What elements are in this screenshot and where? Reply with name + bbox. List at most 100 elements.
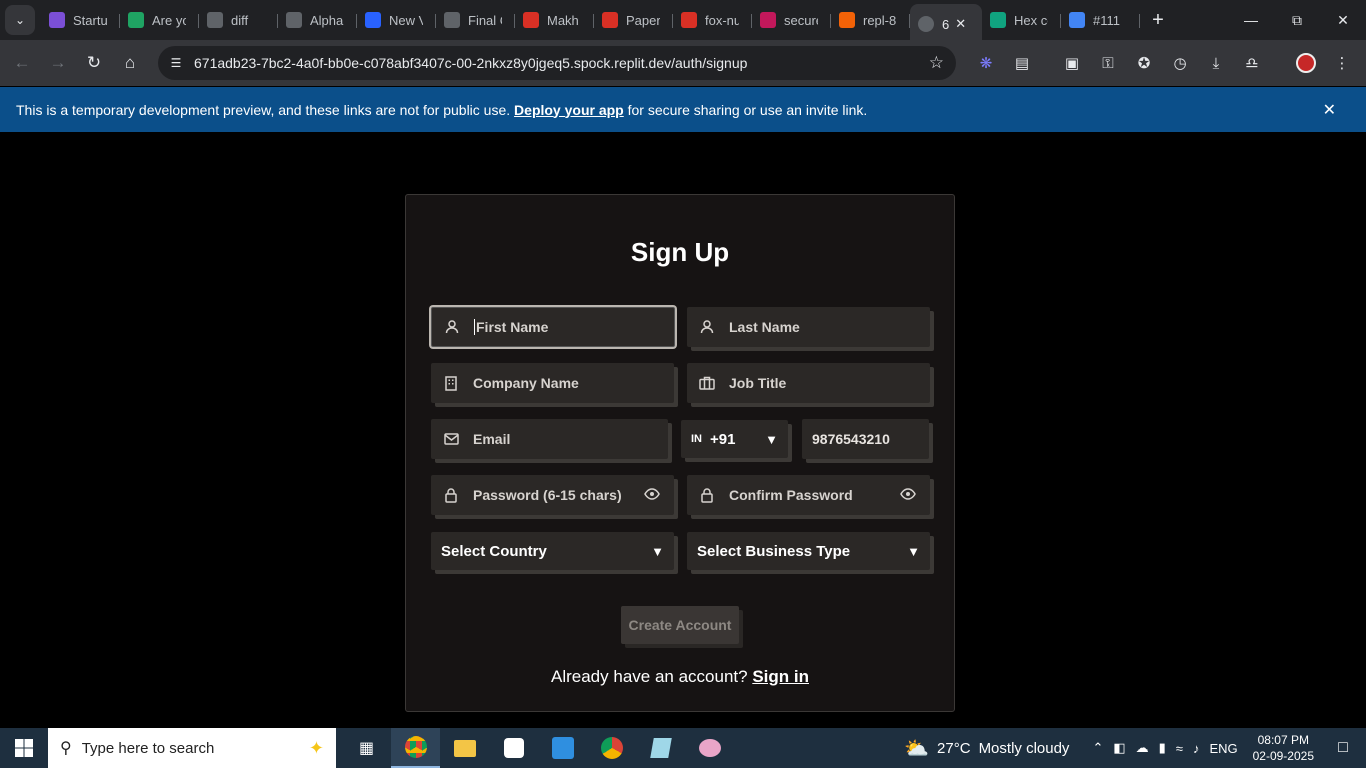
- notes-app-icon[interactable]: [636, 728, 685, 768]
- terminal-app-icon[interactable]: [489, 728, 538, 768]
- country-select-value: Select Country: [441, 542, 547, 560]
- clock[interactable]: 08:07 PM 02-09-2025: [1253, 732, 1314, 764]
- page-title: Sign Up: [630, 237, 730, 267]
- chevron-up-icon[interactable]: ⌃: [1092, 740, 1103, 756]
- start-button[interactable]: [0, 728, 48, 768]
- signin-prompt: Already have an account? Sign in: [406, 667, 954, 687]
- chrome-icon[interactable]: [391, 728, 440, 768]
- password-field[interactable]: Password (6-15 chars): [431, 475, 674, 515]
- globe-icon: [918, 16, 934, 32]
- deploy-link[interactable]: Deploy your app: [514, 102, 624, 118]
- browser-tab[interactable]: Startu: [41, 4, 120, 36]
- volume-icon[interactable]: ♪: [1193, 741, 1200, 756]
- paint-app-icon[interactable]: [685, 728, 734, 768]
- minimize-button[interactable]: —: [1228, 0, 1274, 40]
- bookmark-star-icon[interactable]: ☆: [929, 53, 944, 73]
- app-store-icon[interactable]: [538, 728, 587, 768]
- forward-button[interactable]: →: [40, 45, 76, 81]
- avatar[interactable]: [1288, 45, 1324, 81]
- toolbar-extensions: ❋ ▤ ▣ ⚿ ✪ ◷ ⤓ ♎ ⋮: [968, 40, 1360, 86]
- phone-field[interactable]: 9876543210: [802, 419, 929, 459]
- browser-tab[interactable]: Hex cc: [982, 4, 1061, 36]
- browser-tab[interactable]: diff: [199, 4, 278, 36]
- first-name-placeholder: First Name: [476, 319, 549, 335]
- tab-title: secure: [784, 12, 818, 28]
- briefcase-icon: [699, 376, 715, 390]
- sheets-icon: [128, 12, 144, 28]
- browser-tab[interactable]: repl-8: [831, 4, 910, 36]
- eye-icon[interactable]: [644, 487, 660, 503]
- windows-icon: [15, 739, 33, 757]
- browser-tab[interactable]: Paper: [594, 4, 673, 36]
- browser-tab[interactable]: fox-nu: [673, 4, 752, 36]
- taskbar-search[interactable]: ⚲ Type here to search ✦: [48, 728, 336, 768]
- extension-icon[interactable]: ❋: [968, 45, 1004, 81]
- first-name-field[interactable]: First Name: [431, 307, 675, 347]
- openai-icon: [990, 12, 1006, 28]
- company-name-field[interactable]: Company Name: [431, 363, 674, 403]
- browser-tab[interactable]: Are yo: [120, 4, 199, 36]
- text-caret: [474, 319, 475, 335]
- close-window-button[interactable]: ✕: [1320, 0, 1366, 40]
- reload-button[interactable]: ↻: [76, 45, 112, 81]
- history-icon[interactable]: ◷: [1162, 45, 1198, 81]
- signin-link[interactable]: Sign in: [752, 667, 809, 686]
- browser-tab[interactable]: Makh: [515, 4, 594, 36]
- create-account-button[interactable]: Create Account: [621, 606, 739, 644]
- back-button[interactable]: ←: [4, 45, 40, 81]
- screenshot-icon[interactable]: ▣: [1054, 45, 1090, 81]
- dropdown-arrow-icon: ▼: [651, 543, 664, 559]
- chrome-profile-icon[interactable]: [587, 728, 636, 768]
- restore-button[interactable]: ⧉: [1274, 0, 1320, 40]
- task-view-icon[interactable]: ▦: [342, 728, 391, 768]
- browser-tab[interactable]: Alpha: [278, 4, 357, 36]
- wifi-icon[interactable]: ≈: [1176, 741, 1183, 756]
- tab-title: Startu: [73, 12, 107, 28]
- last-name-field[interactable]: Last Name: [687, 307, 930, 347]
- download-icon[interactable]: ⤓: [1198, 45, 1234, 81]
- business-type-select[interactable]: Select Business Type ▼: [687, 532, 930, 570]
- eye-icon[interactable]: [900, 487, 916, 503]
- gmail-icon: [523, 12, 539, 28]
- battery-icon[interactable]: ▮: [1159, 740, 1166, 756]
- browser-tab[interactable]: New V: [357, 4, 436, 36]
- file-explorer-icon[interactable]: [440, 728, 489, 768]
- browser-tab[interactable]: Final C: [436, 4, 515, 36]
- confirm-password-placeholder: Confirm Password: [729, 487, 853, 503]
- replit-icon: [839, 12, 855, 28]
- tab-title: #111: [1093, 12, 1120, 28]
- browser-tab[interactable]: secure: [752, 4, 831, 36]
- heart-icon: [760, 12, 776, 28]
- puzzle-icon[interactable]: ▤: [1004, 45, 1040, 81]
- tab-title: 6: [942, 16, 950, 32]
- job-title-field[interactable]: Job Title: [687, 363, 930, 403]
- country-code-select[interactable]: IN +91 ▼: [681, 420, 788, 458]
- language-indicator[interactable]: ENG: [1209, 741, 1237, 756]
- lock-icon: [443, 487, 459, 503]
- home-icon: ⌂: [124, 53, 136, 72]
- home-button[interactable]: ⌂: [112, 45, 148, 81]
- notification-icon[interactable]: □: [1328, 739, 1358, 757]
- meet-icon[interactable]: ◧: [1113, 740, 1125, 756]
- bookmarks-icon[interactable]: ✪: [1126, 45, 1162, 81]
- menu-dots-icon[interactable]: ⋮: [1324, 45, 1360, 81]
- confirm-password-field[interactable]: Confirm Password: [687, 475, 930, 515]
- new-tab-button[interactable]: +: [1144, 6, 1172, 34]
- address-bar[interactable]: ☰ 671adb23-7bc2-4a0f-bb0e-c078abf3407c-0…: [158, 46, 956, 80]
- key-icon[interactable]: ⚿: [1090, 45, 1126, 81]
- browser-tab-active[interactable]: 6 ✕: [910, 4, 982, 44]
- onedrive-icon[interactable]: ☁: [1136, 740, 1149, 756]
- url-text[interactable]: 671adb23-7bc2-4a0f-bb0e-c078abf3407c-00-…: [194, 55, 747, 71]
- weather-widget[interactable]: ⛅ 27°C Mostly cloudy: [904, 736, 1069, 761]
- site-info-icon[interactable]: ☰: [166, 56, 186, 70]
- close-icon[interactable]: ✕: [1323, 100, 1336, 120]
- tab-title: repl-8: [863, 12, 897, 28]
- close-tab-icon[interactable]: ✕: [955, 16, 966, 32]
- translate-icon[interactable]: ♎: [1234, 45, 1270, 81]
- tab-search-button[interactable]: ⌄: [5, 5, 35, 35]
- arrow-left-icon: ←: [13, 53, 31, 72]
- arrow-right-icon: →: [49, 53, 67, 72]
- country-select[interactable]: Select Country ▼: [431, 532, 674, 570]
- browser-tab[interactable]: #111: [1061, 4, 1140, 36]
- email-field[interactable]: Email: [431, 419, 668, 459]
